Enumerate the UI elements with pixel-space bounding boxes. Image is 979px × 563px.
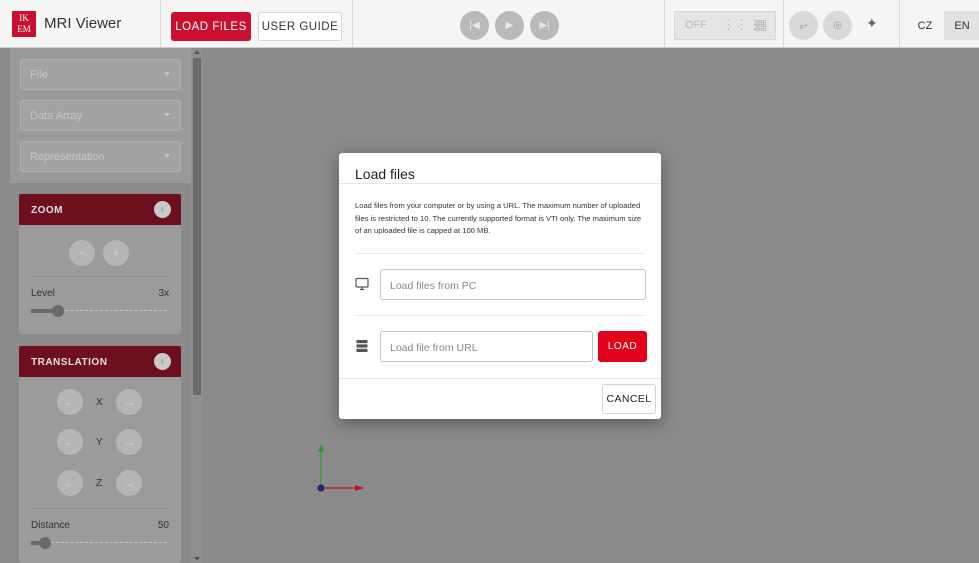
focus-icon[interactable]: ◎ xyxy=(823,11,852,40)
slider-handle[interactable] xyxy=(52,305,64,317)
scroll-down-arrow-icon[interactable] xyxy=(194,557,200,561)
sidebar: File Data Array Representation ZOOM i − … xyxy=(0,48,191,563)
zoom-level-value: 3x xyxy=(158,288,169,299)
translate-z-minus-button[interactable]: ← xyxy=(57,470,83,496)
grid-icon[interactable]: ▦ xyxy=(754,16,767,33)
translate-y-plus-button[interactable]: → xyxy=(116,429,142,455)
play-icon[interactable]: ▶ xyxy=(495,11,524,40)
axis-origin xyxy=(317,484,325,492)
data-array-select[interactable]: Data Array xyxy=(20,100,181,131)
top-toolbar: IK EM MRI Viewer LOAD FILES USER GUIDE |◀… xyxy=(0,0,979,48)
load-from-url-placeholder: Load file from URL xyxy=(390,342,478,354)
scrollbar-thumb[interactable] xyxy=(193,58,201,395)
zoom-out-button[interactable]: − xyxy=(69,240,95,266)
toolbar-divider xyxy=(664,0,665,48)
file-select-label: File xyxy=(30,69,48,81)
language-en-button[interactable]: EN xyxy=(944,11,979,40)
representation-select-label: Representation xyxy=(30,151,105,163)
y-axis-arrow-icon xyxy=(318,444,324,452)
zoom-panel-header: ZOOM i xyxy=(19,194,181,225)
translate-y-minus-button[interactable]: ← xyxy=(57,429,83,455)
grid-off-option[interactable]: OFF xyxy=(685,19,707,31)
axis-y-label: Y xyxy=(96,437,103,448)
info-icon[interactable]: i xyxy=(154,201,171,218)
skip-next-icon[interactable]: ▶| xyxy=(530,11,559,40)
app-logo: IK EM xyxy=(12,11,36,37)
divider xyxy=(355,253,645,254)
representation-select[interactable]: Representation xyxy=(20,141,181,172)
user-guide-button[interactable]: USER GUIDE xyxy=(258,12,342,41)
axis-x-label: X xyxy=(96,397,103,408)
chevron-down-icon xyxy=(164,72,170,76)
translation-panel: TRANSLATION i ← X → ← Y → ← Z → Distance… xyxy=(19,346,181,563)
dialog-title: Load files xyxy=(355,166,415,182)
zoom-panel-title: ZOOM xyxy=(31,205,63,216)
translate-x-minus-button[interactable]: ← xyxy=(57,389,83,415)
cancel-button[interactable]: CANCEL xyxy=(602,384,656,414)
distance-label: Distance xyxy=(31,520,70,531)
monitor-icon xyxy=(355,277,369,291)
divider xyxy=(31,508,169,509)
divider xyxy=(355,315,645,316)
toolbar-divider xyxy=(783,0,784,48)
zoom-panel: ZOOM i − + Level 3x xyxy=(19,194,181,334)
grid-toggle-group: OFF ⋮⋮⋮ ▦ xyxy=(674,11,776,40)
toolbar-divider xyxy=(899,0,900,48)
server-icon xyxy=(356,340,368,352)
scroll-up-arrow-icon[interactable] xyxy=(194,50,200,54)
zoom-level-label: Level xyxy=(31,288,55,299)
load-files-button[interactable]: LOAD FILES xyxy=(171,12,251,41)
translate-x-plus-button[interactable]: → xyxy=(116,389,142,415)
axes-3d-icon[interactable]: ⥂ xyxy=(789,11,818,40)
data-array-select-label: Data Array xyxy=(30,110,82,122)
load-from-url-input[interactable]: Load file from URL xyxy=(380,331,593,362)
translate-z-plus-button[interactable]: → xyxy=(116,470,142,496)
translation-panel-header: TRANSLATION i xyxy=(19,346,181,377)
language-cz-button[interactable]: CZ xyxy=(907,11,943,40)
app-title: MRI Viewer xyxy=(44,15,122,32)
skip-previous-icon[interactable]: |◀ xyxy=(460,11,489,40)
slider-handle[interactable] xyxy=(39,537,51,549)
load-url-button[interactable]: LOAD xyxy=(598,331,647,362)
info-icon[interactable]: i xyxy=(154,353,171,370)
chevron-down-icon xyxy=(164,113,170,117)
load-from-pc-input[interactable]: Load files from PC xyxy=(380,269,646,300)
data-selectors: File Data Array Representation xyxy=(10,48,191,183)
toolbar-divider xyxy=(352,0,353,48)
wand-icon[interactable]: ✦ xyxy=(866,15,878,32)
sidebar-scrollbar[interactable] xyxy=(191,48,203,563)
chevron-down-icon xyxy=(164,154,170,158)
divider xyxy=(339,378,661,379)
dialog-description: Load files from your computer or by usin… xyxy=(355,201,642,236)
zoom-level-slider[interactable] xyxy=(31,305,167,317)
axis-z-label: Z xyxy=(96,478,103,489)
file-select[interactable]: File xyxy=(20,59,181,90)
orientation-axes-widget xyxy=(317,444,364,492)
divider xyxy=(339,183,661,184)
distance-slider[interactable] xyxy=(31,537,167,549)
divider xyxy=(31,276,169,277)
translation-panel-title: TRANSLATION xyxy=(31,357,108,368)
x-axis-arrow-icon xyxy=(355,485,364,491)
zoom-in-button[interactable]: + xyxy=(103,240,129,266)
distance-value: 50 xyxy=(157,520,169,531)
toolbar-divider xyxy=(160,0,161,48)
load-from-pc-placeholder: Load files from PC xyxy=(390,280,477,292)
load-files-dialog: Load files Load files from your computer… xyxy=(339,153,661,419)
